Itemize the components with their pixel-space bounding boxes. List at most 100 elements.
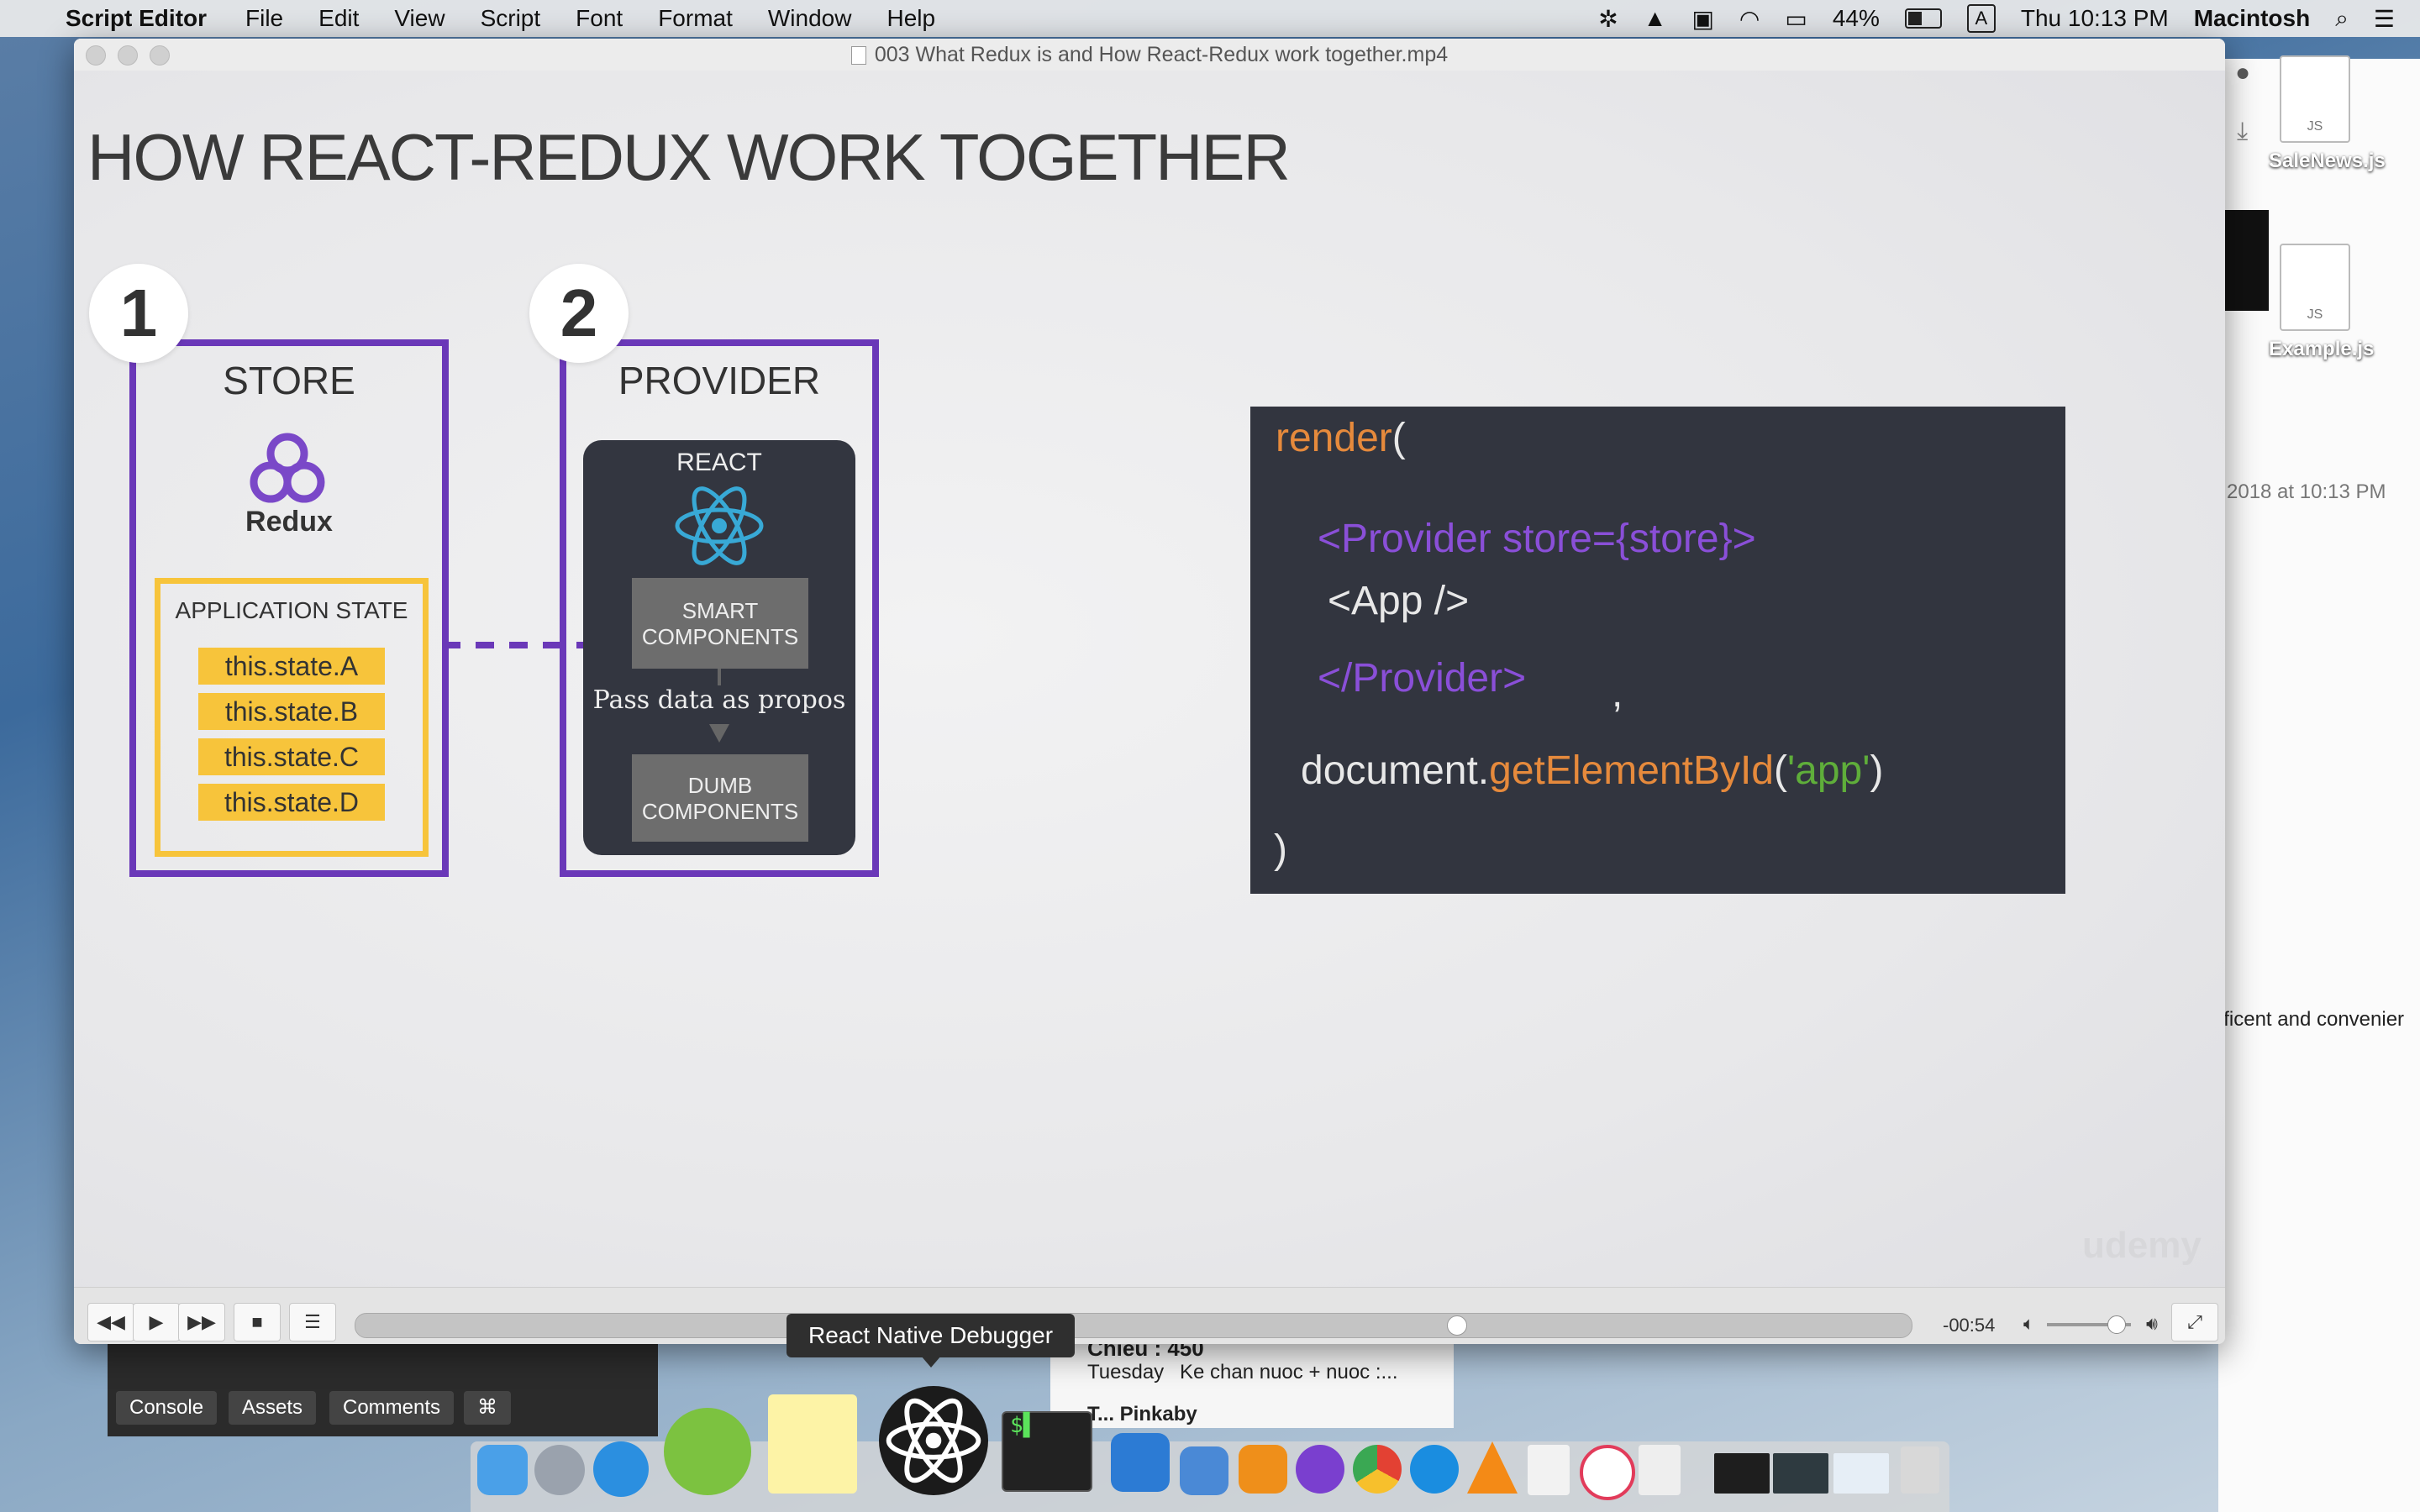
file-name: SaleNews.js bbox=[2269, 150, 2386, 172]
volume-knob[interactable] bbox=[2107, 1315, 2126, 1334]
vlc-icon[interactable] bbox=[1467, 1441, 1518, 1494]
app-status-icon[interactable]: ✲ bbox=[1598, 5, 1618, 33]
dumb-components-box: DUMB COMPONENTS bbox=[632, 754, 808, 842]
code-line-getelementbyid: document.getElementById('app') bbox=[1301, 748, 1884, 793]
wifi-icon[interactable]: ◠ bbox=[1739, 5, 1760, 33]
user-menu[interactable]: Macintosh bbox=[2194, 5, 2310, 32]
dock-tooltip: React Native Debugger bbox=[786, 1314, 1076, 1357]
fast-forward-button[interactable]: ▶▶ bbox=[178, 1303, 225, 1341]
account-icon[interactable]: ● bbox=[2235, 59, 2250, 87]
menu-font[interactable]: Font bbox=[576, 5, 623, 32]
smart-components-label: COMPONENTS bbox=[641, 624, 799, 649]
code-line-provider-close: </Provider> bbox=[1318, 656, 1527, 701]
download-icon[interactable]: ⤓ bbox=[2237, 118, 2248, 146]
playlist-button[interactable]: ☰ bbox=[289, 1303, 336, 1341]
progress-knob[interactable] bbox=[1447, 1315, 1467, 1336]
state-item-a: this.state.A bbox=[198, 648, 385, 685]
terminal-icon[interactable]: $▌ bbox=[1002, 1411, 1092, 1492]
code-line-render: render( bbox=[1276, 416, 1406, 460]
chrome-icon[interactable] bbox=[1353, 1445, 1402, 1494]
react-container: REACT SMART COMPONENTS Pass data as prop… bbox=[583, 440, 855, 855]
step-1-badge: 1 bbox=[89, 264, 188, 363]
safari-icon[interactable] bbox=[593, 1441, 649, 1497]
smart-components-box: SMART COMPONENTS bbox=[632, 578, 808, 669]
store-title: STORE bbox=[223, 359, 355, 402]
minimize-button[interactable] bbox=[118, 45, 138, 66]
notification-center-icon[interactable]: ☰ bbox=[2374, 5, 2395, 33]
step-2-badge: 2 bbox=[529, 264, 629, 363]
code-line-provider-open: <Provider store={store}> bbox=[1318, 517, 1756, 561]
state-item-c: this.state.C bbox=[198, 738, 385, 775]
redux-logo-icon bbox=[245, 427, 329, 511]
connector-line bbox=[718, 669, 721, 685]
code-line-app: <App /> bbox=[1328, 579, 1470, 623]
comments-tab[interactable]: Comments bbox=[329, 1391, 455, 1425]
console-tab[interactable]: Console bbox=[116, 1391, 218, 1425]
progress-slider[interactable] bbox=[355, 1313, 1912, 1338]
window-title: 003 What Redux is and How React-Redux wo… bbox=[874, 43, 1449, 66]
time-remaining: -00:54 bbox=[1943, 1315, 1996, 1336]
react-native-debugger-icon[interactable] bbox=[879, 1386, 988, 1495]
airplay-icon[interactable]: ▭ bbox=[1785, 5, 1807, 33]
battery-icon[interactable] bbox=[1904, 8, 1942, 29]
document-icon[interactable] bbox=[1639, 1445, 1681, 1495]
video-frame[interactable]: HOW REACT-REDUX WORK TOGETHER STORE Redu… bbox=[74, 71, 2225, 1322]
state-item-b: this.state.B bbox=[198, 693, 385, 730]
play-button[interactable]: ▶ bbox=[133, 1303, 180, 1341]
document-icon bbox=[850, 46, 866, 66]
down-arrow-icon bbox=[709, 724, 729, 743]
menu-format[interactable]: Format bbox=[658, 5, 733, 32]
input-source-icon[interactable]: A bbox=[1966, 4, 1996, 33]
sublime-text-icon[interactable] bbox=[1239, 1445, 1287, 1494]
minimized-window-1[interactable] bbox=[1714, 1453, 1770, 1494]
close-button[interactable] bbox=[86, 45, 106, 66]
menu-help[interactable]: Help bbox=[886, 5, 935, 32]
rewind-button[interactable]: ◀◀ bbox=[87, 1303, 134, 1341]
launchpad-icon[interactable] bbox=[534, 1445, 585, 1495]
textedit-icon[interactable] bbox=[1528, 1445, 1570, 1495]
minimized-window-2[interactable] bbox=[1773, 1453, 1828, 1494]
window-titlebar[interactable]: 003 What Redux is and How React-Redux wo… bbox=[74, 39, 2225, 71]
menu-file[interactable]: File bbox=[245, 5, 283, 32]
menu-script[interactable]: Script bbox=[481, 5, 541, 32]
finder-icon[interactable] bbox=[477, 1445, 528, 1495]
clock[interactable]: Thu 10:13 PM bbox=[2021, 5, 2169, 32]
notes-icon[interactable] bbox=[768, 1394, 857, 1494]
menu-view[interactable]: View bbox=[394, 5, 445, 32]
provider-box: PROVIDER REACT SMART COMPONENTS Pass dat… bbox=[560, 339, 879, 877]
desktop-file-example[interactable]: JS Example.js bbox=[2269, 244, 2375, 361]
video-player-window: 003 What Redux is and How React-Redux wo… bbox=[74, 39, 2225, 1344]
zoom-button[interactable] bbox=[150, 45, 170, 66]
desktop-file-salenews[interactable]: JS SaleNews.js bbox=[2269, 55, 2386, 173]
minimized-window-3[interactable] bbox=[1833, 1453, 1889, 1494]
vlc-status-icon[interactable]: ▲ bbox=[1644, 5, 1667, 32]
react-label: REACT bbox=[676, 449, 762, 476]
dumb-label: DUMB bbox=[687, 773, 753, 798]
pinwheel-app-icon[interactable] bbox=[1580, 1445, 1635, 1500]
player-controls: ◀◀ ▶ ▶▶ ■ ☰ -00:54 🔈︎ 🔊︎ ⤢ bbox=[74, 1287, 2225, 1344]
file-name: Example.js bbox=[2269, 338, 2375, 360]
coccoc-browser-icon[interactable] bbox=[664, 1408, 751, 1495]
display-status-icon[interactable]: ▣ bbox=[1691, 5, 1713, 33]
battery-percent: 44% bbox=[1832, 5, 1880, 31]
spotlight-search-icon[interactable]: ⌕ bbox=[2335, 5, 2349, 33]
menu-window[interactable]: Window bbox=[768, 5, 852, 32]
command-tab[interactable]: ⌘ bbox=[464, 1391, 511, 1425]
assets-tab[interactable]: Assets bbox=[229, 1391, 317, 1425]
app-menu[interactable]: Script Editor bbox=[66, 5, 207, 32]
script-editor-dock-icon[interactable] bbox=[1296, 1445, 1344, 1494]
vscode-icon[interactable] bbox=[1111, 1433, 1170, 1492]
message-day: Tuesday bbox=[1087, 1361, 1165, 1383]
tooltip-pointer bbox=[921, 1356, 941, 1368]
volume-slider[interactable] bbox=[2047, 1315, 2131, 1334]
pass-data-label: Pass data as propos bbox=[592, 685, 846, 715]
screen-sharing-icon[interactable] bbox=[1180, 1446, 1228, 1495]
bg-window-text: fficent and convenier bbox=[2218, 1008, 2405, 1031]
provider-title: PROVIDER bbox=[618, 359, 821, 402]
quicktime-icon[interactable] bbox=[1410, 1445, 1459, 1494]
stop-button[interactable]: ■ bbox=[234, 1303, 281, 1341]
fullscreen-button[interactable]: ⤢ bbox=[2171, 1303, 2218, 1341]
menu-edit[interactable]: Edit bbox=[318, 5, 359, 32]
trash-icon[interactable] bbox=[1901, 1446, 1939, 1494]
volume-high-icon: 🔊︎ bbox=[2146, 1313, 2158, 1334]
